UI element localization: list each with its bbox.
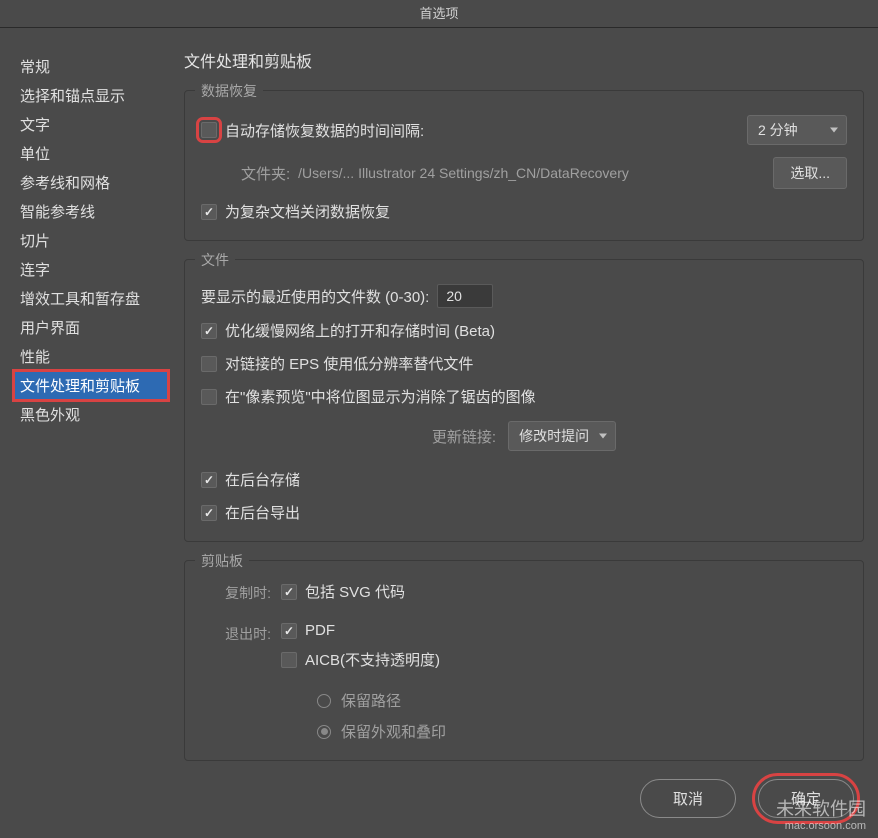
label-optimize-network: 优化缓慢网络上的打开和存储时间 (Beta): [225, 320, 495, 341]
section-data-recovery: 数据恢复 自动存储恢复数据的时间间隔: 2 分钟 文件夹: /Users/...…: [184, 90, 864, 241]
content-panel: 文件处理和剪贴板 数据恢复 自动存储恢复数据的时间间隔: 2 分钟 文件夹: /…: [184, 42, 864, 764]
footer-buttons: 取消 确定: [640, 779, 854, 818]
label-pixel-preview: 在"像素预览"中将位图显示为消除了锯齿的图像: [225, 386, 536, 407]
sidebar-item-ui[interactable]: 用户界面: [14, 313, 168, 342]
section-title-files: 文件: [195, 250, 235, 270]
checkbox-pdf[interactable]: [281, 623, 297, 639]
checkbox-pixel-preview[interactable]: [201, 389, 217, 405]
section-clipboard: 剪贴板 复制时: 包括 SVG 代码 退出时: PDF: [184, 560, 864, 761]
label-svg: 包括 SVG 代码: [305, 581, 405, 602]
dropdown-update-links[interactable]: 修改时提问: [508, 421, 616, 451]
checkbox-auto-save[interactable]: [201, 122, 217, 138]
checkbox-bg-export[interactable]: [201, 505, 217, 521]
label-lowres-eps: 对链接的 EPS 使用低分辨率替代文件: [225, 353, 473, 374]
checkbox-disable-complex[interactable]: [201, 204, 217, 220]
input-recent-files[interactable]: [437, 284, 493, 308]
radio-preserve-appearance[interactable]: [317, 725, 331, 739]
sidebar-item-smart-guides[interactable]: 智能参考线: [14, 197, 168, 226]
cancel-button[interactable]: 取消: [640, 779, 736, 818]
window-title: 首选项: [0, 0, 878, 28]
label-bg-export: 在后台导出: [225, 502, 300, 523]
label-disable-complex: 为复杂文档关闭数据恢复: [225, 201, 390, 222]
watermark-url: mac.orsoon.com: [776, 820, 866, 832]
label-update-links: 更新链接:: [432, 426, 496, 447]
label-folder: 文件夹:: [241, 163, 290, 184]
checkbox-svg[interactable]: [281, 584, 297, 600]
sidebar-item-selection-anchor[interactable]: 选择和锚点显示: [14, 81, 168, 110]
ok-button[interactable]: 确定: [758, 779, 854, 818]
sidebar-item-black-appearance[interactable]: 黑色外观: [14, 400, 168, 429]
checkbox-optimize-network[interactable]: [201, 323, 217, 339]
section-title-recovery: 数据恢复: [195, 81, 263, 101]
label-on-quit: 退出时:: [201, 622, 271, 680]
sidebar: 常规 选择和锚点显示 文字 单位 参考线和网格 智能参考线 切片 连字 增效工具…: [14, 42, 168, 764]
label-on-copy: 复制时:: [201, 581, 271, 612]
folder-path: /Users/... Illustrator 24 Settings/zh_CN…: [298, 165, 629, 181]
label-preserve-appearance: 保留外观和叠印: [341, 721, 446, 742]
radio-preserve-paths[interactable]: [317, 694, 331, 708]
sidebar-item-file-clipboard[interactable]: 文件处理和剪贴板: [14, 371, 168, 400]
sidebar-item-slices[interactable]: 切片: [14, 226, 168, 255]
label-recent-files: 要显示的最近使用的文件数 (0-30):: [201, 286, 429, 307]
dropdown-interval[interactable]: 2 分钟: [747, 115, 847, 145]
checkbox-aicb[interactable]: [281, 652, 297, 668]
checkbox-bg-save[interactable]: [201, 472, 217, 488]
sidebar-item-units[interactable]: 单位: [14, 139, 168, 168]
sidebar-item-hyphenation[interactable]: 连字: [14, 255, 168, 284]
label-auto-save: 自动存储恢复数据的时间间隔:: [225, 120, 424, 141]
label-bg-save: 在后台存储: [225, 469, 300, 490]
sidebar-item-guides-grid[interactable]: 参考线和网格: [14, 168, 168, 197]
section-files: 文件 要显示的最近使用的文件数 (0-30): 优化缓慢网络上的打开和存储时间 …: [184, 259, 864, 542]
content-title: 文件处理和剪贴板: [184, 48, 864, 72]
label-aicb: AICB(不支持透明度): [305, 649, 440, 670]
sidebar-item-general[interactable]: 常规: [14, 52, 168, 81]
label-preserve-paths: 保留路径: [341, 690, 401, 711]
section-title-clipboard: 剪贴板: [195, 551, 249, 571]
sidebar-item-plugins-scratch[interactable]: 增效工具和暂存盘: [14, 284, 168, 313]
sidebar-item-type[interactable]: 文字: [14, 110, 168, 139]
button-choose-folder[interactable]: 选取...: [773, 157, 847, 189]
sidebar-item-performance[interactable]: 性能: [14, 342, 168, 371]
checkbox-lowres-eps[interactable]: [201, 356, 217, 372]
label-pdf: PDF: [305, 622, 335, 639]
